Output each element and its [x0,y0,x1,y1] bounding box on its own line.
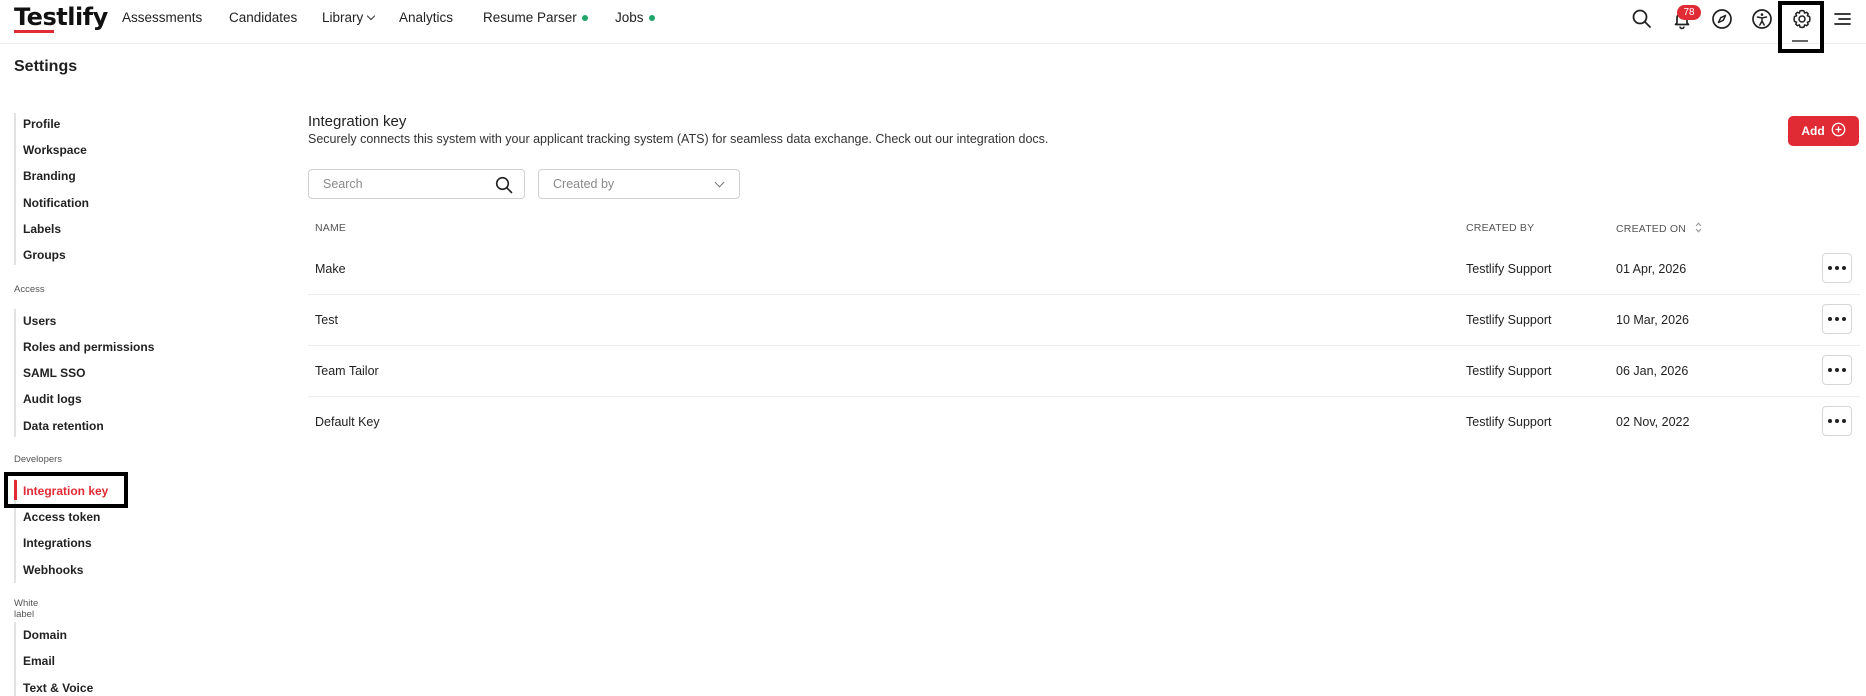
row-created-on: 01 Apr, 2026 [1616,262,1687,276]
nav-analytics[interactable]: Analytics [399,10,453,25]
row-name: Make [315,262,346,276]
nav-resume-parser-label: Resume Parser [483,10,577,25]
sidebar-group-general [14,113,16,265]
add-button[interactable]: Add [1788,116,1859,146]
sidebar-item-audit-logs[interactable]: Audit logs [23,392,82,406]
column-header-name: NAME [315,222,347,234]
sidebar-item-profile[interactable]: Profile [23,117,60,131]
nav-candidates[interactable]: Candidates [229,10,297,25]
dot [1828,317,1832,321]
more-options-button[interactable] [1822,253,1852,283]
chevron-down-icon [367,11,376,21]
logo-underline [14,30,54,33]
row-name: Default Key [315,415,380,429]
table-row: Team Tailor Testlify Support 06 Jan, 202… [308,346,1860,397]
testlify-logo[interactable]: Testlify [14,3,108,31]
section-description: Securely connects this system with your … [308,132,1049,146]
more-options-button[interactable] [1822,355,1852,385]
sidebar-section-access: Access [14,284,45,295]
row-name: Team Tailor [315,364,379,378]
search-icon[interactable] [1629,6,1655,32]
dot [1842,368,1846,372]
dot [1835,317,1839,321]
sidebar-item-groups[interactable]: Groups [23,248,66,262]
sort-icon[interactable] [1695,222,1702,236]
dot [1828,368,1832,372]
sidebar-item-domain[interactable]: Domain [23,628,67,642]
dot [1842,419,1846,423]
chevron-down-icon [714,177,725,188]
plus-circle-icon [1831,122,1846,140]
table-row: Make Testlify Support 01 Apr, 2026 [308,244,1860,295]
search-icon[interactable] [494,175,514,195]
row-name: Test [315,313,338,327]
add-button-label: Add [1801,124,1825,138]
highlight-box [4,472,128,508]
column-header-created-on-label: CREATED ON [1616,223,1687,235]
dot [1842,317,1846,321]
row-created-on: 02 Nov, 2022 [1616,415,1690,429]
sidebar-group-white-label [14,622,16,696]
dot [1828,419,1832,423]
row-created-by: Testlify Support [1466,313,1552,327]
status-dot [581,15,588,22]
accessibility-icon[interactable] [1749,6,1775,32]
section-title: Integration key [308,113,407,130]
sidebar-item-users[interactable]: Users [23,314,56,328]
sidebar-section-developers: Developers [14,454,63,465]
menu-icon[interactable] [1829,6,1855,32]
nav-jobs-label: Jobs [615,10,644,25]
dot [1835,419,1839,423]
row-created-by: Testlify Support [1466,262,1552,276]
sidebar-item-branding[interactable]: Branding [23,169,76,183]
column-header-created-on[interactable]: CREATED ON [1616,222,1702,236]
sidebar-item-webhooks[interactable]: Webhooks [23,563,83,577]
sidebar-item-access-token[interactable]: Access token [23,510,100,524]
page-title: Settings [14,58,78,75]
sidebar-item-data-retention[interactable]: Data retention [23,419,104,433]
more-options-button[interactable] [1822,304,1852,334]
sidebar-item-workspace[interactable]: Workspace [23,143,87,157]
sidebar-item-integrations[interactable]: Integrations [23,536,92,550]
nav-assessments[interactable]: Assessments [122,10,202,25]
created-by-placeholder: Created by [553,177,615,191]
sidebar-item-roles-and-permissions[interactable]: Roles and permissions [23,340,154,354]
row-created-on: 10 Mar, 2026 [1616,313,1689,327]
highlight-box [1778,1,1824,53]
sidebar-group-access [14,309,16,437]
sidebar-item-labels[interactable]: Labels [23,222,61,236]
nav-jobs[interactable]: Jobs [615,10,655,25]
row-created-by: Testlify Support [1466,364,1552,378]
sidebar-item-notification[interactable]: Notification [23,196,89,210]
sidebar-item-email[interactable]: Email [23,654,55,668]
dot [1835,368,1839,372]
notification-badge: 78 [1677,5,1701,20]
search-field[interactable] [308,169,525,199]
row-created-on: 06 Jan, 2026 [1616,364,1689,378]
status-dot [648,15,655,22]
dot [1842,266,1846,270]
sidebar-item-text-voice[interactable]: Text & Voice [23,681,93,695]
more-options-button[interactable] [1822,406,1852,436]
table-row: Default Key Testlify Support 02 Nov, 202… [308,397,1860,448]
nav-resume-parser[interactable]: Resume Parser [483,10,588,25]
table-row: Test Testlify Support 10 Mar, 2026 [308,295,1860,346]
column-header-created-by: CREATED BY [1466,222,1535,234]
sidebar-item-saml-sso[interactable]: SAML SSO [23,366,85,380]
created-by-select[interactable]: Created by [538,169,740,199]
compass-icon[interactable] [1709,6,1735,32]
dot [1835,266,1839,270]
dot [1828,266,1832,270]
search-input[interactable] [323,177,483,191]
top-navigation-bar: Testlify Assessments Candidates Library … [0,0,1866,53]
sidebar-section-white-label: White label [14,598,39,620]
nav-library[interactable]: Library [322,10,376,25]
row-created-by: Testlify Support [1466,415,1552,429]
nav-library-label: Library [322,10,364,25]
